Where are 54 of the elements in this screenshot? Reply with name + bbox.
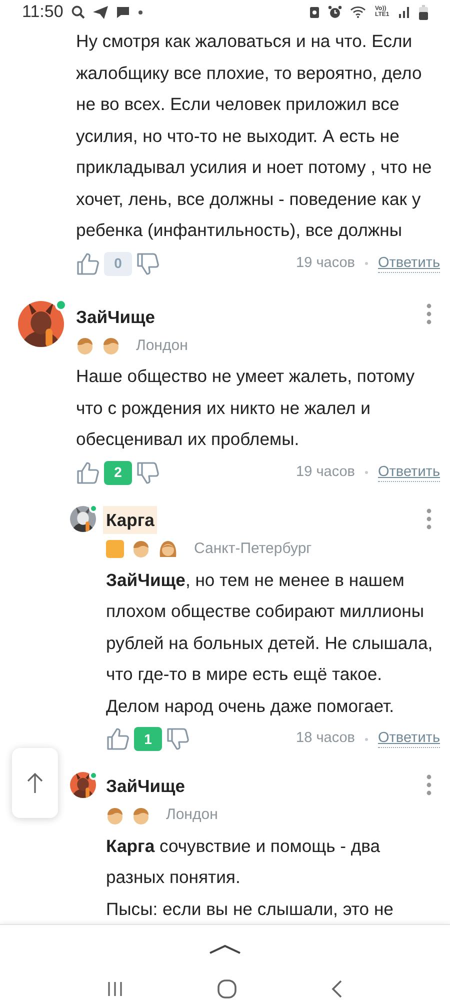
back-icon (331, 980, 343, 998)
boy-badge-icon (102, 337, 120, 355)
more-icon[interactable] (426, 302, 432, 324)
reply-link[interactable]: Ответить (378, 254, 440, 272)
vote-count: 2 (104, 460, 132, 485)
comment-time: 19 часов (296, 462, 356, 482)
thumbs-up-icon (106, 727, 130, 751)
home-icon (217, 978, 237, 999)
author-name[interactable]: ЗайЧище (103, 772, 188, 800)
thumbs-down-icon (136, 252, 160, 276)
boy-badge-icon (76, 337, 94, 355)
more-icon[interactable] (426, 774, 432, 796)
arrow-up-icon (26, 772, 44, 794)
recent-apps-icon (107, 980, 123, 997)
search-icon (71, 5, 86, 19)
chat-bubble-icon (116, 6, 130, 18)
location-label: Лондон (166, 805, 218, 826)
dot-icon (138, 10, 144, 14)
comment-time: 18 часов (296, 729, 356, 748)
boy-badge-icon (106, 806, 124, 824)
thumbs-down-icon (166, 727, 190, 751)
battery-saver-icon (309, 5, 320, 19)
thumbs-up-icon (76, 460, 100, 485)
comment-text: Карга сочувствие и помощь - два разных понятия. (106, 834, 382, 890)
girl-badge-icon (158, 540, 178, 558)
author-name[interactable]: Карга (103, 506, 158, 534)
vote-count: 1 (134, 727, 162, 751)
vote-count: 0 (104, 252, 132, 276)
reply-link[interactable]: Ответить (378, 730, 440, 748)
separator-dot-icon (365, 471, 368, 474)
boy-badge-icon (132, 540, 150, 558)
comment-text: Ну смотря как жаловаться и на что. Если жалобщику все плохие, то вероятно, дело не во всех. Если человек приложил все усилия, но что-то не выходит. А есть не прикладывал усилия и ноет потому , что не хочет, лень, все должны - поведение как у ребенка (инфантильность), все должны (76, 30, 433, 242)
thumbs-up-icon (76, 252, 100, 276)
comment-text: ЗайЧище, но тем не менее в нашем плохом обществе собирают миллионы рублей на больных детей. Не слышала, что где-то в мире есть ещё такое. Делом народ очень даже помогает. (106, 568, 434, 718)
paper-plane-icon (93, 6, 108, 18)
boy-badge-icon (132, 806, 150, 824)
comment-text: Пысы: если вы не слышали, это не (106, 898, 394, 921)
clock-time: 11:50 (22, 1, 64, 24)
chevron-up-icon (209, 944, 241, 954)
thumbs-down-icon (136, 460, 160, 485)
square-badge-icon (106, 540, 124, 558)
separator-dot-icon (365, 738, 368, 740)
signal-icon (399, 6, 411, 18)
battery-icon (419, 4, 428, 20)
more-icon[interactable] (426, 508, 432, 530)
comment-time: 19 часов (296, 254, 356, 273)
author-name[interactable]: ЗайЧище (73, 302, 158, 331)
location-label: Лондон (136, 336, 188, 356)
location-label: Санкт-Петербург (194, 539, 312, 559)
reply-link[interactable]: Ответить (378, 464, 440, 482)
alarm-icon (328, 5, 342, 19)
comment-text: Наше общество не умеет жалеть, потому что с рождения их никто не жалел и обесценивал их проблемы. (76, 365, 416, 452)
separator-dot-icon (365, 262, 368, 265)
wifi-icon (350, 5, 367, 19)
